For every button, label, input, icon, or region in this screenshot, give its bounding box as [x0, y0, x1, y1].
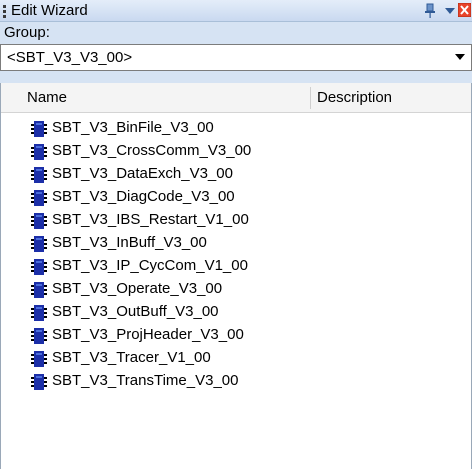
column-header-name[interactable]: Name: [27, 89, 67, 106]
list-item[interactable]: SBT_V3_TransTime_V3_00: [1, 371, 471, 394]
grip-icon[interactable]: [3, 5, 6, 18]
column-header-description[interactable]: Description: [317, 89, 392, 106]
list-item-label: SBT_V3_ProjHeader_V3_00: [52, 326, 244, 343]
list-item[interactable]: SBT_V3_ProjHeader_V3_00: [1, 325, 471, 348]
function-block-icon: [31, 351, 47, 367]
function-block-icon: [31, 144, 47, 160]
list-rows: SBT_V3_BinFile_V3_00 SBT_V3_CrossComm_V3…: [1, 118, 471, 394]
list-item[interactable]: SBT_V3_IP_CycCom_V1_00: [1, 256, 471, 279]
function-block-icon: [31, 328, 47, 344]
function-block-icon: [31, 121, 47, 137]
list-item[interactable]: SBT_V3_DiagCode_V3_00: [1, 187, 471, 210]
list-item-label: SBT_V3_CrossComm_V3_00: [52, 142, 252, 159]
group-bar: Group:: [0, 22, 472, 44]
function-block-icon: [31, 305, 47, 321]
pin-icon[interactable]: [424, 3, 436, 19]
list-item-label: SBT_V3_DiagCode_V3_00: [52, 188, 235, 205]
function-block-icon: [31, 282, 47, 298]
column-divider[interactable]: [310, 87, 311, 109]
list-header: Name Description: [1, 83, 471, 113]
group-select[interactable]: <SBT_V3_V3_00>: [0, 44, 472, 71]
list-item-label: SBT_V3_InBuff_V3_00: [52, 234, 207, 251]
group-label: Group:: [4, 24, 50, 41]
function-block-icon: [31, 259, 47, 275]
list-item-label: SBT_V3_BinFile_V3_00: [52, 119, 214, 136]
edit-wizard-panel: Edit Wizard Group: <SBT_V3_V3_00> Name D…: [0, 0, 472, 469]
list-item[interactable]: SBT_V3_Tracer_V1_00: [1, 348, 471, 371]
function-block-icon: [31, 213, 47, 229]
close-icon[interactable]: [458, 3, 471, 17]
list-item-label: SBT_V3_OutBuff_V3_00: [52, 303, 219, 320]
list-item[interactable]: SBT_V3_Operate_V3_00: [1, 279, 471, 302]
function-block-icon: [31, 374, 47, 390]
function-block-list[interactable]: Name Description SBT_V3_BinFile_V3_00 SB…: [0, 83, 472, 469]
window-title: Edit Wizard: [11, 2, 88, 19]
function-block-icon: [31, 190, 47, 206]
group-select-value: <SBT_V3_V3_00>: [7, 49, 133, 66]
list-item[interactable]: SBT_V3_BinFile_V3_00: [1, 118, 471, 141]
list-item[interactable]: SBT_V3_InBuff_V3_00: [1, 233, 471, 256]
function-block-icon: [31, 236, 47, 252]
separator-band: [0, 71, 472, 83]
list-item-label: SBT_V3_DataExch_V3_00: [52, 165, 233, 182]
list-item-label: SBT_V3_IBS_Restart_V1_00: [52, 211, 249, 228]
list-item[interactable]: SBT_V3_CrossComm_V3_00: [1, 141, 471, 164]
list-item-label: SBT_V3_IP_CycCom_V1_00: [52, 257, 248, 274]
list-item[interactable]: SBT_V3_IBS_Restart_V1_00: [1, 210, 471, 233]
chevron-down-icon[interactable]: [455, 54, 465, 60]
title-bar[interactable]: Edit Wizard: [0, 0, 472, 22]
list-item[interactable]: SBT_V3_OutBuff_V3_00: [1, 302, 471, 325]
list-item-label: SBT_V3_TransTime_V3_00: [52, 372, 239, 389]
list-item-label: SBT_V3_Tracer_V1_00: [52, 349, 211, 366]
dropdown-icon[interactable]: [444, 3, 456, 19]
list-item[interactable]: SBT_V3_DataExch_V3_00: [1, 164, 471, 187]
function-block-icon: [31, 167, 47, 183]
list-item-label: SBT_V3_Operate_V3_00: [52, 280, 223, 297]
